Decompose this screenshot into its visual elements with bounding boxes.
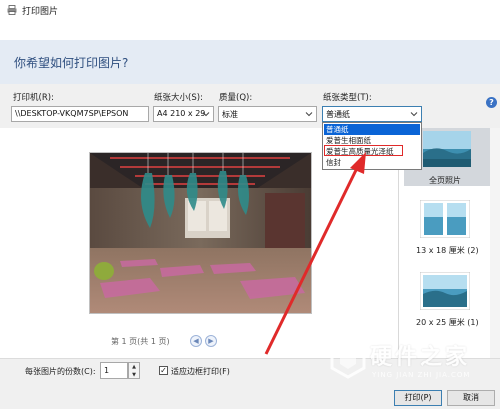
paper-size-value: A4 210 x 29: [157, 109, 206, 118]
chevron-down-icon: [202, 112, 210, 117]
layout-full-page-label: 全页照片: [429, 176, 461, 185]
cancel-button[interactable]: 取消: [447, 390, 495, 406]
layout-13x18-thumb[interactable]: [419, 199, 471, 239]
two-photo-thumbnail-icon: [419, 199, 471, 239]
page-indicator: 第 1 页(共 1 页): [111, 337, 170, 346]
annotation-arrow-icon: [264, 152, 366, 355]
copies-value: 1: [104, 366, 110, 375]
previous-page-button[interactable]: ◀: [190, 335, 202, 347]
paper-size-select[interactable]: A4 210 x 29: [153, 106, 214, 122]
quality-select[interactable]: 标准: [218, 106, 317, 122]
chevron-down-icon: [305, 112, 313, 117]
copies-input[interactable]: 1: [100, 362, 128, 379]
printer-select[interactable]: \\DESKTOP-VKQM7SP\EPSON: [11, 106, 149, 122]
layout-20x25-label: 20 x 25 厘米 (1): [416, 318, 479, 327]
fit-to-frame-label: 适应边框打印(F): [171, 367, 230, 376]
help-icon[interactable]: ?: [486, 97, 497, 108]
paper-type-label: 纸张类型(T):: [323, 93, 372, 103]
printer-icon: [7, 5, 17, 15]
title-bar: [0, 0, 500, 40]
chevron-down-icon: [410, 112, 418, 117]
layout-13x18-label: 13 x 18 厘米 (2): [416, 246, 479, 255]
paper-type-value: 普通纸: [326, 110, 350, 119]
copies-stepper[interactable]: ▲ ▼: [128, 362, 140, 379]
quality-label: 质量(Q):: [219, 93, 253, 103]
paper-type-option[interactable]: 普通纸: [324, 124, 420, 135]
layout-full-page-thumb[interactable]: [423, 131, 471, 167]
quality-value: 标准: [222, 110, 238, 119]
paper-size-label: 纸张大小(S):: [154, 93, 203, 103]
next-page-button[interactable]: ▶: [205, 335, 217, 347]
layout-scrollbar[interactable]: [490, 128, 500, 358]
landscape-thumbnail-icon: [423, 131, 471, 167]
window-title: 打印图片: [22, 7, 59, 17]
fit-to-frame-checkbox[interactable]: ✓: [159, 366, 168, 375]
page-title: 你希望如何打印图片?: [14, 56, 129, 70]
print-button[interactable]: 打印(P): [394, 390, 442, 406]
copies-label: 每张图片的份数(C):: [25, 367, 96, 376]
single-photo-thumbnail-icon: [419, 271, 471, 311]
printer-label: 打印机(R):: [13, 93, 54, 103]
paper-type-select[interactable]: 普通纸: [322, 106, 422, 122]
layout-20x25-thumb[interactable]: [419, 271, 471, 311]
printer-value: \\DESKTOP-VKQM7SP\EPSON: [15, 109, 129, 118]
